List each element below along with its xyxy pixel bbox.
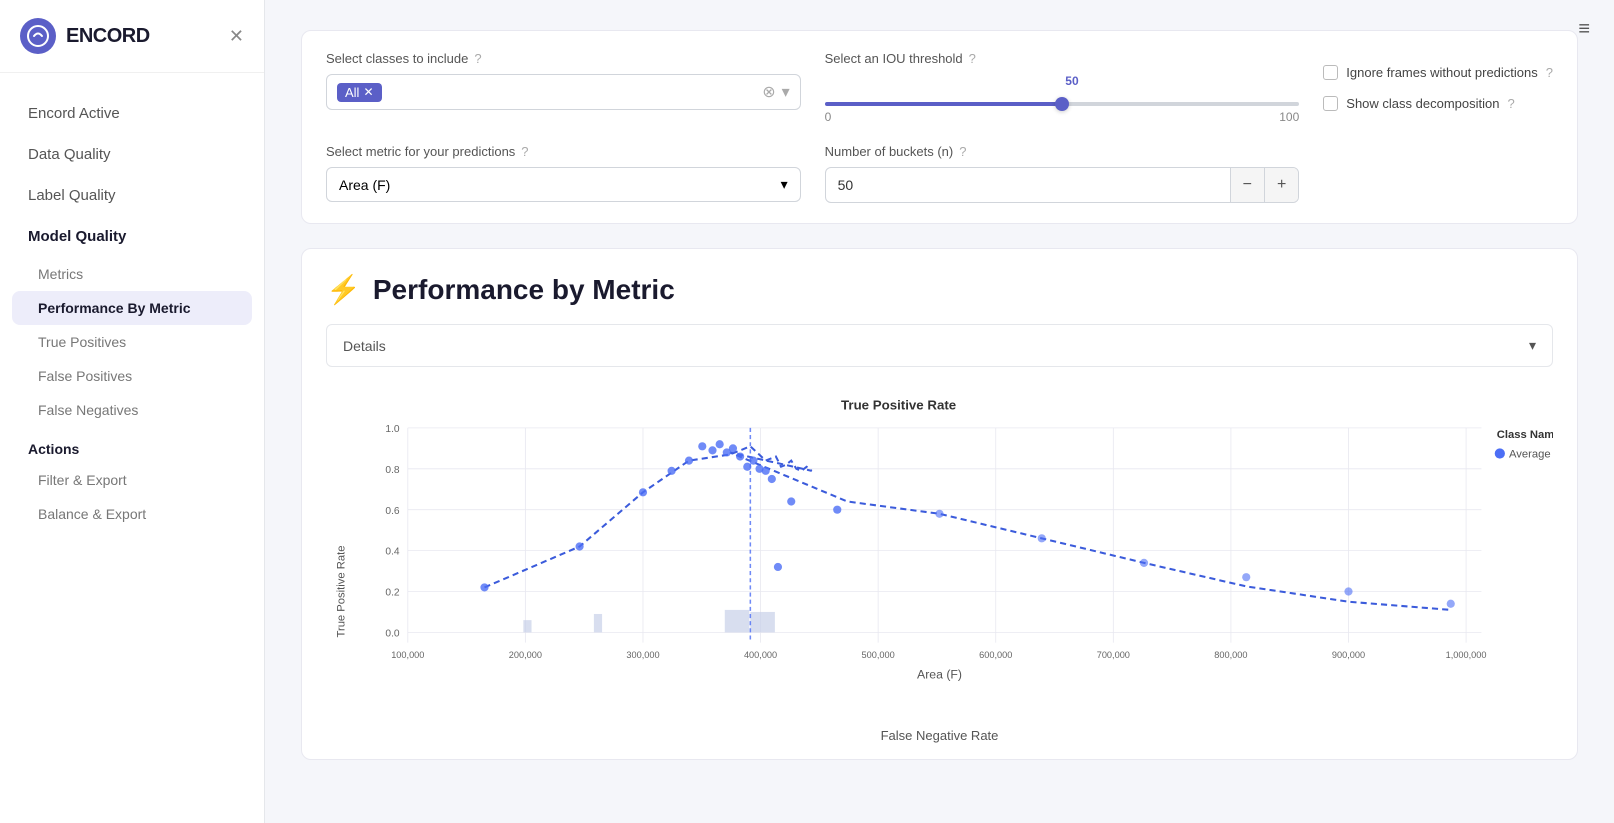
ignore-frames-box[interactable] xyxy=(1323,65,1338,80)
performance-chart: True Positive Rate True Positive Rate xyxy=(326,387,1553,724)
svg-text:0.6: 0.6 xyxy=(385,506,400,517)
svg-text:Average: Average xyxy=(1509,449,1551,461)
sidebar-item-true-positives[interactable]: True Positives xyxy=(0,325,264,359)
svg-text:300,000: 300,000 xyxy=(626,650,659,660)
checkbox-group: Ignore frames without predictions ? Show… xyxy=(1323,51,1553,124)
iou-slider-thumb[interactable] xyxy=(1055,97,1069,111)
sidebar-item-encord-active[interactable]: Encord Active xyxy=(0,93,264,134)
show-decomposition-box[interactable] xyxy=(1323,96,1338,111)
sidebar-item-data-quality[interactable]: Data Quality xyxy=(0,134,264,175)
chevron-down-icon[interactable]: ▾ xyxy=(782,82,790,102)
chart-area: True Positive Rate True Positive Rate xyxy=(326,387,1553,724)
metric-label: Select metric for your predictions ? xyxy=(326,144,801,159)
show-decomposition-checkbox[interactable]: Show class decomposition ? xyxy=(1323,96,1553,111)
iou-slider-container: 50 0 100 xyxy=(825,74,1300,124)
logo-icon xyxy=(20,18,56,54)
svg-text:900,000: 900,000 xyxy=(1332,650,1365,660)
svg-text:400,000: 400,000 xyxy=(744,650,777,660)
controls-spacer xyxy=(1323,144,1553,203)
svg-text:0.0: 0.0 xyxy=(385,628,400,639)
sidebar-section-actions: Actions xyxy=(0,427,264,463)
metric-control: Select metric for your predictions ? Are… xyxy=(326,144,801,203)
svg-text:800,000: 800,000 xyxy=(1214,650,1247,660)
metric-chevron-icon: ▾ xyxy=(781,176,788,193)
sidebar-item-model-quality[interactable]: Model Quality xyxy=(0,216,264,257)
svg-text:0.4: 0.4 xyxy=(385,547,400,558)
svg-text:1,000,000: 1,000,000 xyxy=(1446,650,1487,660)
svg-text:Area (F): Area (F) xyxy=(917,667,962,681)
select-icons: ⊗ ▾ xyxy=(762,82,789,102)
iou-value: 50 xyxy=(1065,74,1078,88)
chart-title-row: ⚡ Performance by Metric xyxy=(326,273,1553,306)
iou-slider-track[interactable] xyxy=(825,102,1300,106)
sidebar-item-false-negatives[interactable]: False Negatives xyxy=(0,393,264,427)
decomp-help-icon[interactable]: ? xyxy=(1507,96,1514,111)
iou-help-icon[interactable]: ? xyxy=(969,51,976,66)
main-content: ≡ Select classes to include ? All ✕ ⊗ ▾ xyxy=(265,0,1614,823)
chart-section: ⚡ Performance by Metric Details ▾ True P… xyxy=(301,248,1578,760)
chart-title: Performance by Metric xyxy=(373,274,675,306)
svg-text:700,000: 700,000 xyxy=(1097,650,1130,660)
classes-label: Select classes to include ? xyxy=(326,51,801,66)
iou-label: Select an IOU threshold ? xyxy=(825,51,1300,66)
menu-icon[interactable]: ≡ xyxy=(1578,18,1590,41)
sidebar-nav: Encord Active Data Quality Label Quality… xyxy=(0,73,264,823)
buckets-control: Number of buckets (n) ? 50 − + xyxy=(825,144,1300,203)
ignore-help-icon[interactable]: ? xyxy=(1546,65,1553,80)
details-chevron-icon: ▾ xyxy=(1529,337,1536,354)
svg-text:200,000: 200,000 xyxy=(509,650,542,660)
svg-text:500,000: 500,000 xyxy=(862,650,895,660)
classes-select[interactable]: All ✕ ⊗ ▾ xyxy=(326,74,801,110)
tag-remove-icon[interactable]: ✕ xyxy=(363,85,373,99)
sidebar-item-false-positives[interactable]: False Positives xyxy=(0,359,264,393)
buckets-help-icon[interactable]: ? xyxy=(959,144,966,159)
svg-text:True Positive Rate: True Positive Rate xyxy=(335,545,347,637)
sidebar: ENCORD ✕ Encord Active Data Quality Labe… xyxy=(0,0,265,823)
classes-help-icon[interactable]: ? xyxy=(474,51,481,66)
svg-text:600,000: 600,000 xyxy=(979,650,1012,660)
svg-text:0.2: 0.2 xyxy=(385,588,400,599)
sidebar-item-performance-by-metric[interactable]: Performance By Metric xyxy=(12,291,252,325)
lightning-icon: ⚡ xyxy=(326,273,361,306)
metric-help-icon[interactable]: ? xyxy=(521,144,528,159)
sidebar-item-label-quality[interactable]: Label Quality xyxy=(0,175,264,216)
svg-text:True Positive Rate: True Positive Rate xyxy=(841,397,956,412)
sidebar-item-balance-export[interactable]: Balance & Export xyxy=(0,497,264,531)
buckets-label: Number of buckets (n) ? xyxy=(825,144,1300,159)
buckets-input-row: 50 − + xyxy=(825,167,1300,203)
buckets-decrement-button[interactable]: − xyxy=(1230,168,1264,202)
classes-control: Select classes to include ? All ✕ ⊗ ▾ xyxy=(326,51,801,124)
iou-control: Select an IOU threshold ? 50 0 100 xyxy=(825,51,1300,124)
svg-text:100,000: 100,000 xyxy=(391,650,424,660)
sidebar-item-filter-export[interactable]: Filter & Export xyxy=(0,463,264,497)
clear-icon[interactable]: ⊗ xyxy=(762,82,775,102)
controls-panel: Select classes to include ? All ✕ ⊗ ▾ Se… xyxy=(301,30,1578,224)
details-bar[interactable]: Details ▾ xyxy=(326,324,1553,367)
close-icon[interactable]: ✕ xyxy=(229,26,244,47)
all-tag: All ✕ xyxy=(337,83,382,102)
buckets-value: 50 xyxy=(826,169,1230,201)
svg-text:Class Name: Class Name xyxy=(1497,429,1553,441)
buckets-increment-button[interactable]: + xyxy=(1264,168,1298,202)
iou-slider-labels: 0 100 xyxy=(825,110,1300,124)
sidebar-item-metrics[interactable]: Metrics xyxy=(0,257,264,291)
logo-text: ENCORD xyxy=(66,25,150,48)
logo-area: ENCORD xyxy=(20,18,150,54)
ignore-frames-checkbox[interactable]: Ignore frames without predictions ? xyxy=(1323,65,1553,80)
metric-select[interactable]: Area (F) ▾ xyxy=(326,167,801,202)
sidebar-header: ENCORD ✕ xyxy=(0,0,264,73)
bottom-chart-label: False Negative Rate xyxy=(326,728,1553,743)
svg-text:1.0: 1.0 xyxy=(385,424,400,435)
svg-text:0.8: 0.8 xyxy=(385,465,400,476)
